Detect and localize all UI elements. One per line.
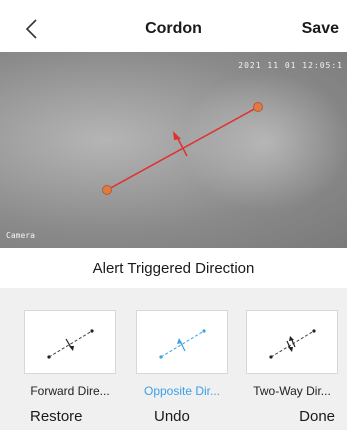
option-forward-direction[interactable]: Forward Dire... — [24, 310, 116, 398]
two-way-direction-icon — [269, 329, 316, 359]
cordon-endpoint-start[interactable] — [102, 185, 112, 195]
save-button[interactable]: Save — [302, 20, 339, 38]
option-thumbnail — [246, 310, 338, 374]
forward-direction-icon — [47, 329, 94, 359]
cordon-settings-screen: Cordon Save 2021 11 01 12:05:1 Camera Al… — [0, 0, 347, 430]
cordon-overlay[interactable] — [0, 52, 347, 248]
direction-arrow-head — [173, 131, 181, 140]
undo-button[interactable]: Undo — [154, 408, 190, 425]
camera-label: Camera — [6, 231, 35, 240]
option-label: Two-Way Dir... — [253, 384, 331, 398]
option-thumbnail — [136, 310, 228, 374]
page-title: Cordon — [145, 20, 202, 37]
section-title: Alert Triggered Direction — [92, 260, 255, 277]
option-thumbnail — [24, 310, 116, 374]
done-button[interactable]: Done — [299, 408, 335, 425]
bottom-action-bar: Restore Undo Done — [0, 406, 347, 430]
navigation-bar: Cordon Save — [0, 0, 347, 52]
opposite-direction-icon — [159, 329, 206, 359]
option-label: Opposite Dir... — [143, 384, 221, 398]
direction-options-panel: Forward Dire... Opposite Dir... Two-Way … — [0, 288, 347, 430]
camera-preview[interactable]: 2021 11 01 12:05:1 Camera — [0, 52, 347, 248]
option-opposite-direction[interactable]: Opposite Dir... — [136, 310, 228, 398]
restore-button[interactable]: Restore — [30, 408, 83, 425]
option-label: Forward Dire... — [30, 384, 110, 398]
cordon-endpoint-end[interactable] — [253, 102, 263, 112]
option-two-way-direction[interactable]: Two-Way Dir... — [246, 310, 338, 398]
